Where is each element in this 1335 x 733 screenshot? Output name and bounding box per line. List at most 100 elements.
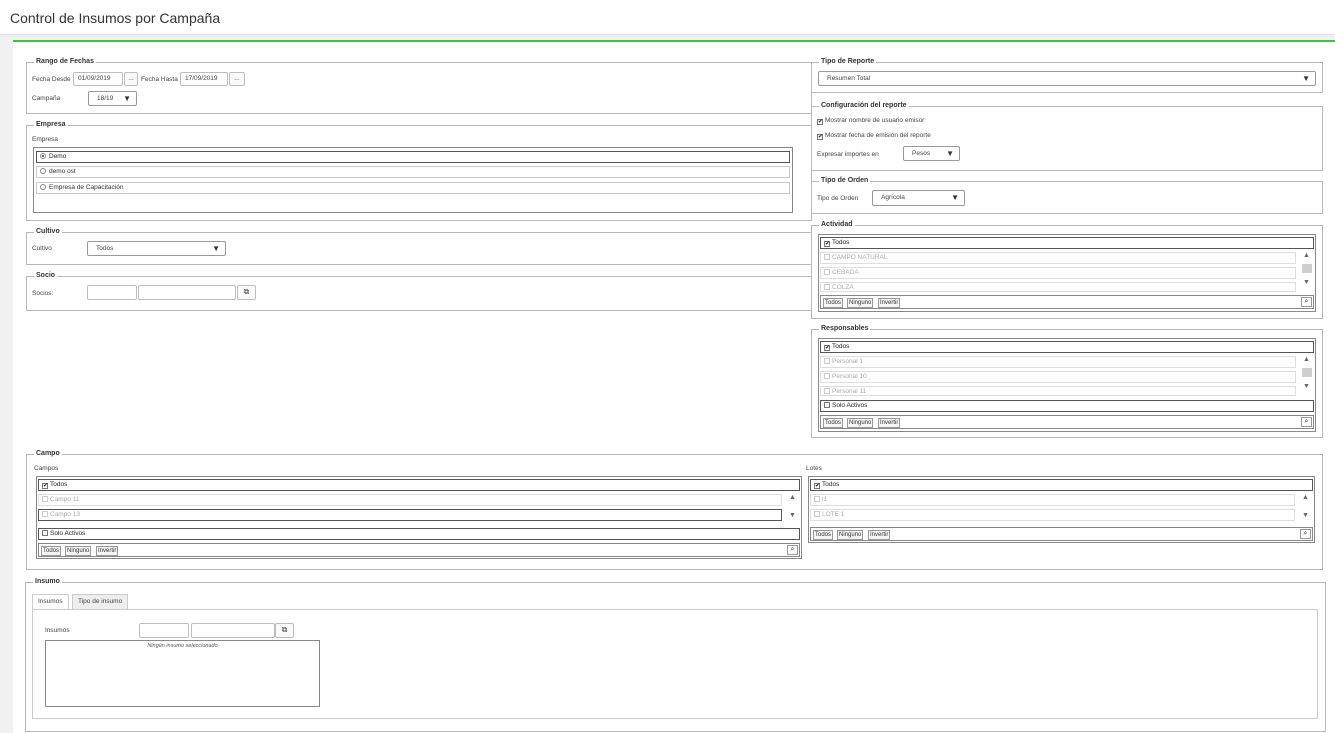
page-title: Control de Insumos por Campaña (10, 10, 221, 26)
fecha-desde-label: Fecha Desde (32, 76, 71, 83)
actividad-item[interactable]: CEBADA (820, 267, 1296, 279)
actividad-item-label: CEBADA (832, 269, 859, 276)
actividad-list-footer: Todos Ninguno Invertir ⌕ (820, 295, 1314, 309)
responsable-item[interactable]: Personal 1 (820, 356, 1296, 368)
actividad-item[interactable]: CAMPO NATURAL (820, 252, 1296, 264)
lotes-scrollbar[interactable]: ▲ ▼ (1300, 494, 1311, 522)
socio-code-input[interactable] (87, 285, 137, 300)
fecha-desde-input[interactable]: 01/09/2019 (73, 72, 123, 86)
responsable-item-label: Personal 11 (832, 388, 867, 395)
scroll-thumb[interactable] (1302, 264, 1312, 273)
mostrar-fecha-checkbox[interactable]: ✔ Mostrar fecha de emisión del reporte (817, 131, 931, 140)
invert-selection-button[interactable]: Invertir (868, 530, 891, 540)
search-icon[interactable]: ⌕ (1300, 529, 1311, 539)
fecha-hasta-picker-button[interactable]: ... (229, 72, 245, 86)
arrow-up-icon[interactable]: ▲ (1301, 356, 1312, 364)
arrow-down-icon[interactable]: ▼ (787, 512, 798, 520)
responsables-scrollbar[interactable]: ▲ ▼ (1301, 356, 1312, 396)
select-all-button[interactable]: Todos (41, 546, 62, 556)
external-link-icon[interactable]: ⧉ (275, 623, 294, 638)
fecha-desde-picker-button[interactable]: ... (124, 72, 138, 86)
scroll-thumb[interactable] (1302, 368, 1312, 377)
responsables-list: ✔ Todos Personal 1 Personal 10 Personal 1… (818, 338, 1316, 432)
campana-select[interactable]: 18/19 ▼ (88, 91, 137, 106)
invert-selection-button[interactable]: Invertir (878, 298, 901, 308)
solo-activos-label: Solo Activos (50, 530, 86, 537)
insumo-legend: Insumo (33, 577, 62, 587)
responsable-item[interactable]: Personal 11 (820, 386, 1296, 396)
campana-value: 18/19 (97, 95, 114, 102)
campo-item[interactable]: Campo 13 (38, 509, 782, 521)
checkbox-icon (824, 358, 830, 364)
select-all-button[interactable]: Todos (813, 530, 834, 540)
moneda-select[interactable]: Pesos ▼ (903, 146, 960, 161)
empty-selection-text: Ningún insumo seleccionado (147, 643, 218, 649)
radio-icon (40, 184, 46, 190)
actividad-scrollbar[interactable]: ▲ ▼ (1301, 252, 1312, 292)
campos-solo-activos-checkbox[interactable]: Solo Activos (38, 528, 800, 540)
lotes-list: ✔ Todos l1 LOTE 1 ▲ ▼ Todos Ninguno Inver… (808, 476, 1315, 543)
tipo-reporte-select[interactable]: Resumen Total ▼ (818, 71, 1316, 86)
arrow-down-icon[interactable]: ▼ (1301, 383, 1312, 391)
select-all-button[interactable]: Todos (823, 298, 844, 308)
checkbox-icon (824, 284, 830, 290)
socio-name-input[interactable] (138, 285, 236, 300)
campana-label: Campaña (32, 95, 61, 102)
checkbox-icon (814, 511, 820, 517)
configuracion-section: Configuración del reporte ✔ Mostrar nombr… (811, 101, 1323, 171)
search-icon[interactable]: ⌕ (1301, 297, 1312, 307)
checkbox-icon (42, 530, 48, 536)
search-icon[interactable]: ⌕ (787, 545, 798, 555)
socio-legend: Socio (34, 271, 58, 281)
actividad-todos-checkbox[interactable]: ✔ Todos (820, 237, 1314, 249)
empresa-option[interactable]: demo ost (36, 166, 790, 178)
arrow-up-icon[interactable]: ▲ (1300, 494, 1311, 502)
actividad-list: ✔ Todos CAMPO NATURAL CEBADA COLZA ▲ ▼ To… (818, 234, 1316, 312)
tab-tipo-de-insumo[interactable]: Tipo de insumo (72, 594, 129, 610)
mostrar-usuario-checkbox[interactable]: ✔ Mostrar nombre de usuario emisor (817, 116, 924, 125)
external-link-icon[interactable]: ⧉ (237, 285, 256, 300)
lote-item[interactable]: LOTE 1 (810, 509, 1295, 521)
tipo-orden-value: Agrícola (881, 194, 905, 201)
top-bar: Control de Insumos por Campaña (0, 0, 1335, 35)
invert-selection-button[interactable]: Invertir (878, 418, 901, 428)
empresa-option[interactable]: Empresa de Capacitación (36, 182, 790, 194)
insumo-section: Insumo Insumos Tipo de insumo Insumos ⧉ … (25, 577, 1326, 732)
lotes-todos-checkbox[interactable]: ✔ Todos (810, 479, 1313, 491)
arrow-up-icon[interactable]: ▲ (787, 494, 798, 502)
tipo-orden-select[interactable]: Agrícola ▼ (872, 190, 965, 206)
lote-item[interactable]: l1 (810, 494, 1295, 506)
campo-item[interactable]: Campo 11 (38, 494, 782, 506)
lotes-list-footer: Todos Ninguno Invertir ⌕ (810, 527, 1313, 541)
socios-label: Socios: (32, 290, 54, 297)
tab-insumos[interactable]: Insumos (32, 594, 69, 610)
search-icon[interactable]: ⌕ (1301, 417, 1312, 427)
fecha-hasta-input[interactable]: 17/09/2019 (180, 72, 228, 86)
insumo-name-input[interactable] (191, 623, 275, 638)
select-none-button[interactable]: Ninguno (847, 298, 874, 308)
arrow-up-icon[interactable]: ▲ (1301, 252, 1312, 260)
insumo-code-input[interactable] (139, 623, 189, 638)
cultivo-select[interactable]: Todos ▼ (87, 241, 226, 256)
responsables-todos-checkbox[interactable]: ✔ Todos (820, 341, 1314, 353)
select-none-button[interactable]: Ninguno (65, 546, 92, 556)
empresa-option[interactable]: Demo (36, 151, 790, 163)
actividad-legend: Actividad (819, 220, 855, 230)
arrow-down-icon[interactable]: ▼ (1300, 512, 1311, 520)
actividad-item[interactable]: COLZA (820, 282, 1296, 292)
select-none-button[interactable]: Ninguno (847, 418, 874, 428)
responsable-item[interactable]: Personal 10 (820, 371, 1296, 383)
checkbox-icon (42, 496, 48, 502)
campos-scrollbar[interactable]: ▲ ▼ (787, 494, 798, 522)
invert-selection-button[interactable]: Invertir (96, 546, 119, 556)
mostrar-fecha-label: Mostrar fecha de emisión del reporte (825, 132, 931, 139)
select-all-button[interactable]: Todos (823, 418, 844, 428)
campos-todos-checkbox[interactable]: ✔ Todos (38, 479, 800, 491)
actividad-item-label: CAMPO NATURAL (832, 254, 888, 261)
select-none-button[interactable]: Ninguno (837, 530, 864, 540)
responsables-solo-activos-checkbox[interactable]: Solo Activos (820, 400, 1314, 412)
empresa-option-label: Empresa de Capacitación (49, 184, 124, 191)
insumos-selected-list: Ningún insumo seleccionado (45, 640, 320, 707)
arrow-down-icon[interactable]: ▼ (1301, 279, 1312, 287)
lote-item-label: LOTE 1 (822, 511, 845, 518)
